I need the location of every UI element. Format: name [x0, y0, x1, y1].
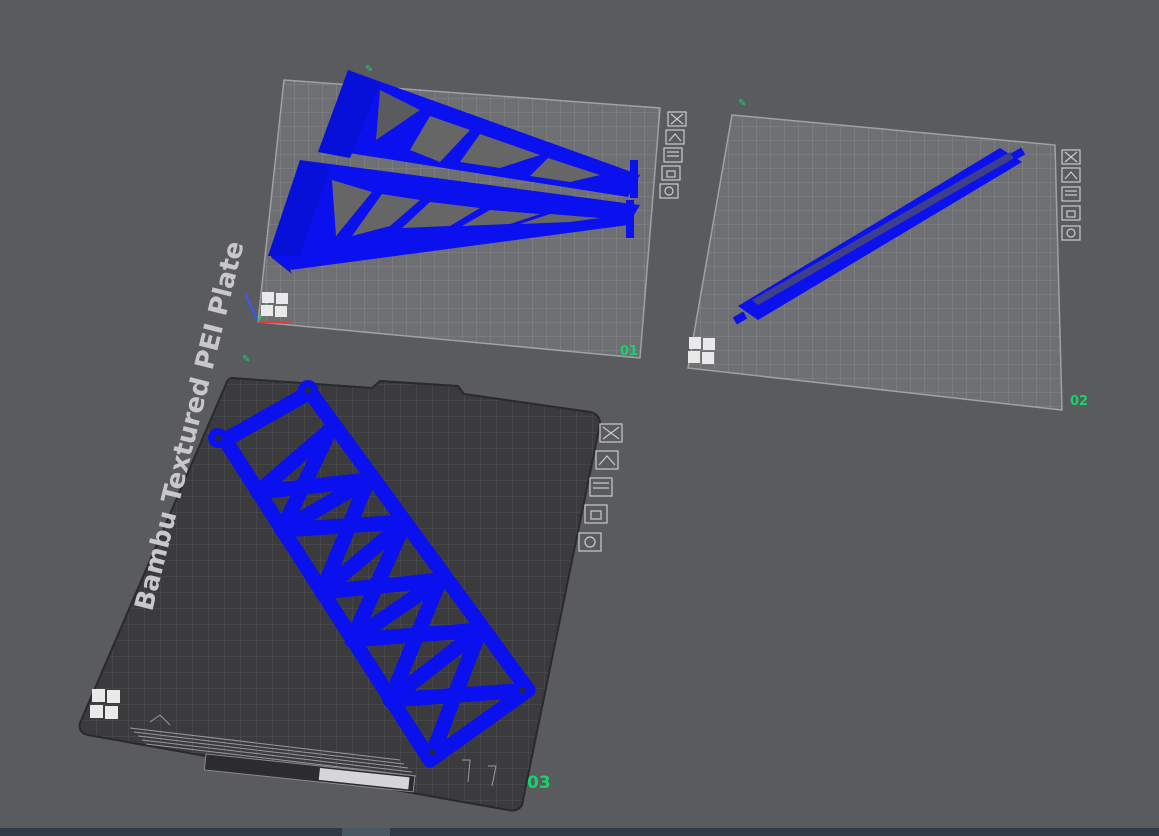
plate-02-edit-icon[interactable]: ✎ — [738, 98, 746, 109]
lock-icon[interactable] — [661, 165, 681, 181]
plate-01-number: 01 — [620, 344, 638, 359]
close-icon[interactable] — [667, 111, 687, 127]
close-icon[interactable] — [1061, 149, 1081, 165]
plate-03-number: 03 — [527, 773, 551, 793]
lock-icon[interactable] — [584, 504, 608, 524]
bottom-bar-tab[interactable] — [342, 828, 390, 836]
arrange-icon[interactable] — [663, 147, 683, 163]
bottom-status-bar — [0, 828, 1159, 836]
plate-01-toolbar — [659, 111, 687, 199]
close-icon[interactable] — [599, 423, 623, 443]
auto-orient-icon[interactable] — [1061, 167, 1081, 183]
arrange-icon[interactable] — [1061, 186, 1081, 202]
x-axis-icon — [257, 321, 293, 324]
auto-orient-icon[interactable] — [595, 450, 619, 470]
plate-01[interactable]: 01 ✎ — [244, 64, 687, 359]
lock-icon[interactable] — [1061, 205, 1081, 221]
z-axis-icon — [244, 292, 259, 323]
settings-icon[interactable] — [659, 183, 679, 199]
plate-02-toolbar — [1061, 149, 1081, 241]
3d-viewport[interactable]: 01 ✎ 02 ✎ Bambu Textured PEI Plate 03 ✎ — [0, 0, 1159, 836]
settings-icon[interactable] — [1061, 225, 1081, 241]
plate-01-edit-icon[interactable]: ✎ — [365, 64, 373, 75]
auto-orient-icon[interactable] — [665, 129, 685, 145]
plate-02[interactable]: 02 ✎ — [687, 98, 1088, 411]
plate-02-number: 02 — [1070, 394, 1088, 409]
settings-icon[interactable] — [578, 532, 602, 552]
plate-03-edit-icon[interactable]: ✎ — [242, 354, 250, 365]
arrange-icon[interactable] — [589, 477, 613, 497]
